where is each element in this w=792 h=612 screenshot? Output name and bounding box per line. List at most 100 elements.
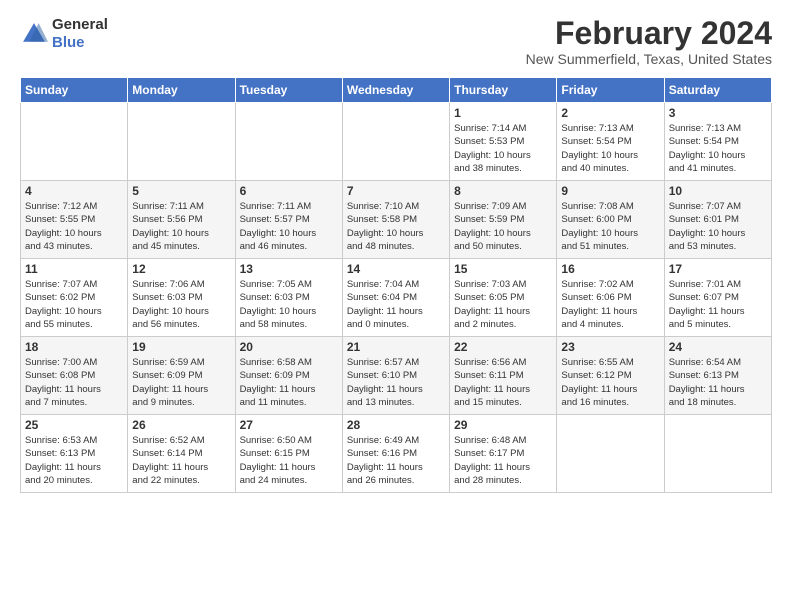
header-cell-tuesday: Tuesday xyxy=(235,78,342,103)
logo-general: General xyxy=(52,16,108,33)
day-cell xyxy=(664,415,771,493)
day-info: Sunrise: 6:50 AM Sunset: 6:15 PM Dayligh… xyxy=(240,434,338,487)
day-number: 22 xyxy=(454,340,552,354)
day-info: Sunrise: 6:54 AM Sunset: 6:13 PM Dayligh… xyxy=(669,356,767,409)
subtitle: New Summerfield, Texas, United States xyxy=(526,51,772,67)
day-info: Sunrise: 7:01 AM Sunset: 6:07 PM Dayligh… xyxy=(669,278,767,331)
day-number: 16 xyxy=(561,262,659,276)
day-info: Sunrise: 7:11 AM Sunset: 5:56 PM Dayligh… xyxy=(132,200,230,253)
page: General Blue February 2024 New Summerfie… xyxy=(0,0,792,503)
day-info: Sunrise: 7:11 AM Sunset: 5:57 PM Dayligh… xyxy=(240,200,338,253)
day-cell: 22Sunrise: 6:56 AM Sunset: 6:11 PM Dayli… xyxy=(450,337,557,415)
day-number: 27 xyxy=(240,418,338,432)
day-cell: 20Sunrise: 6:58 AM Sunset: 6:09 PM Dayli… xyxy=(235,337,342,415)
day-info: Sunrise: 7:10 AM Sunset: 5:58 PM Dayligh… xyxy=(347,200,445,253)
day-number: 6 xyxy=(240,184,338,198)
day-cell: 8 Sunrise: 7:09 AM Sunset: 5:59 PM Daylig… xyxy=(450,181,557,259)
day-cell: 4 Sunrise: 7:12 AM Sunset: 5:55 PM Daylig… xyxy=(21,181,128,259)
logo-blue: Blue xyxy=(52,34,85,51)
day-cell: 28Sunrise: 6:49 AM Sunset: 6:16 PM Dayli… xyxy=(342,415,449,493)
day-number: 7 xyxy=(347,184,445,198)
day-cell: 2Sunrise: 7:13 AM Sunset: 5:54 PM Daylig… xyxy=(557,103,664,181)
day-cell: 15Sunrise: 7:03 AM Sunset: 6:05 PM Dayli… xyxy=(450,259,557,337)
day-cell: 7 Sunrise: 7:10 AM Sunset: 5:58 PM Daylig… xyxy=(342,181,449,259)
day-info: Sunrise: 7:09 AM Sunset: 5:59 PM Dayligh… xyxy=(454,200,552,253)
day-number: 26 xyxy=(132,418,230,432)
title-area: February 2024 New Summerfield, Texas, Un… xyxy=(526,16,772,67)
day-info: Sunrise: 7:07 AM Sunset: 6:02 PM Dayligh… xyxy=(25,278,123,331)
day-info: Sunrise: 6:53 AM Sunset: 6:13 PM Dayligh… xyxy=(25,434,123,487)
day-number: 23 xyxy=(561,340,659,354)
day-number: 18 xyxy=(25,340,123,354)
day-cell xyxy=(342,103,449,181)
header-cell-friday: Friday xyxy=(557,78,664,103)
day-info: Sunrise: 6:58 AM Sunset: 6:09 PM Dayligh… xyxy=(240,356,338,409)
day-cell: 26 Sunrise: 6:52 AM Sunset: 6:14 PM Dayli… xyxy=(128,415,235,493)
day-info: Sunrise: 7:14 AM Sunset: 5:53 PM Dayligh… xyxy=(454,122,552,175)
calendar-body: 1 Sunrise: 7:14 AM Sunset: 5:53 PM Daylig… xyxy=(21,103,772,493)
day-number: 17 xyxy=(669,262,767,276)
day-number: 10 xyxy=(669,184,767,198)
day-info: Sunrise: 6:59 AM Sunset: 6:09 PM Dayligh… xyxy=(132,356,230,409)
day-cell: 5 Sunrise: 7:11 AM Sunset: 5:56 PM Daylig… xyxy=(128,181,235,259)
day-number: 8 xyxy=(454,184,552,198)
day-number: 11 xyxy=(25,262,123,276)
day-info: Sunrise: 6:52 AM Sunset: 6:14 PM Dayligh… xyxy=(132,434,230,487)
day-cell: 13 Sunrise: 7:05 AM Sunset: 6:03 PM Dayli… xyxy=(235,259,342,337)
day-cell: 21 Sunrise: 6:57 AM Sunset: 6:10 PM Dayli… xyxy=(342,337,449,415)
day-cell xyxy=(557,415,664,493)
week-row-1: 4 Sunrise: 7:12 AM Sunset: 5:55 PM Daylig… xyxy=(21,181,772,259)
day-cell: 25 Sunrise: 6:53 AM Sunset: 6:13 PM Dayli… xyxy=(21,415,128,493)
day-cell: 12Sunrise: 7:06 AM Sunset: 6:03 PM Dayli… xyxy=(128,259,235,337)
day-cell: 24Sunrise: 6:54 AM Sunset: 6:13 PM Dayli… xyxy=(664,337,771,415)
day-cell: 18 Sunrise: 7:00 AM Sunset: 6:08 PM Dayli… xyxy=(21,337,128,415)
logo-text: General Blue xyxy=(52,16,108,52)
day-cell: 1 Sunrise: 7:14 AM Sunset: 5:53 PM Daylig… xyxy=(450,103,557,181)
day-cell xyxy=(128,103,235,181)
day-cell: 23 Sunrise: 6:55 AM Sunset: 6:12 PM Dayli… xyxy=(557,337,664,415)
day-number: 4 xyxy=(25,184,123,198)
day-cell: 17 Sunrise: 7:01 AM Sunset: 6:07 PM Dayli… xyxy=(664,259,771,337)
day-number: 3 xyxy=(669,106,767,120)
day-cell: 6 Sunrise: 7:11 AM Sunset: 5:57 PM Daylig… xyxy=(235,181,342,259)
header: General Blue February 2024 New Summerfie… xyxy=(20,16,772,67)
day-number: 2 xyxy=(561,106,659,120)
header-cell-monday: Monday xyxy=(128,78,235,103)
week-row-0: 1 Sunrise: 7:14 AM Sunset: 5:53 PM Daylig… xyxy=(21,103,772,181)
day-number: 15 xyxy=(454,262,552,276)
day-info: Sunrise: 7:04 AM Sunset: 6:04 PM Dayligh… xyxy=(347,278,445,331)
day-number: 21 xyxy=(347,340,445,354)
day-cell: 16 Sunrise: 7:02 AM Sunset: 6:06 PM Dayli… xyxy=(557,259,664,337)
day-cell xyxy=(235,103,342,181)
day-number: 12 xyxy=(132,262,230,276)
day-cell: 29Sunrise: 6:48 AM Sunset: 6:17 PM Dayli… xyxy=(450,415,557,493)
day-info: Sunrise: 7:07 AM Sunset: 6:01 PM Dayligh… xyxy=(669,200,767,253)
day-number: 13 xyxy=(240,262,338,276)
day-number: 1 xyxy=(454,106,552,120)
day-cell: 14Sunrise: 7:04 AM Sunset: 6:04 PM Dayli… xyxy=(342,259,449,337)
day-number: 29 xyxy=(454,418,552,432)
day-cell: 10 Sunrise: 7:07 AM Sunset: 6:01 PM Dayli… xyxy=(664,181,771,259)
week-row-3: 18 Sunrise: 7:00 AM Sunset: 6:08 PM Dayli… xyxy=(21,337,772,415)
header-cell-thursday: Thursday xyxy=(450,78,557,103)
day-number: 25 xyxy=(25,418,123,432)
day-number: 5 xyxy=(132,184,230,198)
day-cell: 9Sunrise: 7:08 AM Sunset: 6:00 PM Daylig… xyxy=(557,181,664,259)
day-info: Sunrise: 7:00 AM Sunset: 6:08 PM Dayligh… xyxy=(25,356,123,409)
day-info: Sunrise: 7:08 AM Sunset: 6:00 PM Dayligh… xyxy=(561,200,659,253)
day-number: 19 xyxy=(132,340,230,354)
header-cell-saturday: Saturday xyxy=(664,78,771,103)
day-info: Sunrise: 7:12 AM Sunset: 5:55 PM Dayligh… xyxy=(25,200,123,253)
day-info: Sunrise: 7:13 AM Sunset: 5:54 PM Dayligh… xyxy=(669,122,767,175)
day-info: Sunrise: 6:57 AM Sunset: 6:10 PM Dayligh… xyxy=(347,356,445,409)
day-cell: 19 Sunrise: 6:59 AM Sunset: 6:09 PM Dayli… xyxy=(128,337,235,415)
day-cell: 11 Sunrise: 7:07 AM Sunset: 6:02 PM Dayli… xyxy=(21,259,128,337)
header-cell-sunday: Sunday xyxy=(21,78,128,103)
logo-icon xyxy=(20,20,48,48)
day-info: Sunrise: 7:05 AM Sunset: 6:03 PM Dayligh… xyxy=(240,278,338,331)
day-info: Sunrise: 6:49 AM Sunset: 6:16 PM Dayligh… xyxy=(347,434,445,487)
day-info: Sunrise: 7:02 AM Sunset: 6:06 PM Dayligh… xyxy=(561,278,659,331)
day-info: Sunrise: 6:55 AM Sunset: 6:12 PM Dayligh… xyxy=(561,356,659,409)
month-title: February 2024 xyxy=(526,16,772,51)
week-row-4: 25 Sunrise: 6:53 AM Sunset: 6:13 PM Dayli… xyxy=(21,415,772,493)
